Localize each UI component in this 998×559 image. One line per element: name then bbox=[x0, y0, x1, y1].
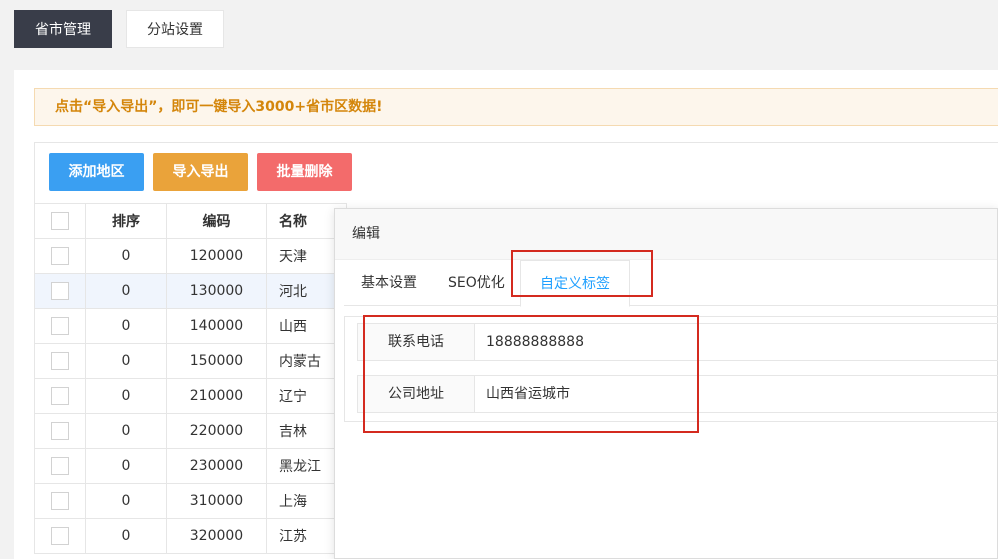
highlight-box-fields bbox=[363, 315, 699, 433]
row-checkbox[interactable] bbox=[51, 247, 69, 265]
row-sort: 0 bbox=[85, 483, 167, 519]
import-export-button[interactable]: 导入导出 bbox=[153, 153, 248, 191]
row-select-cell bbox=[34, 518, 86, 554]
row-checkbox[interactable] bbox=[51, 457, 69, 475]
tab-province-city[interactable]: 省市管理 bbox=[14, 10, 112, 48]
row-sort: 0 bbox=[85, 378, 167, 414]
row-sort: 0 bbox=[85, 238, 167, 274]
select-all-cell bbox=[34, 203, 86, 239]
table-row[interactable]: 0 150000 内蒙古 bbox=[34, 343, 347, 379]
column-header-code: 编码 bbox=[166, 203, 267, 239]
column-header-sort: 排序 bbox=[85, 203, 167, 239]
row-sort: 0 bbox=[85, 273, 167, 309]
row-checkbox[interactable] bbox=[51, 282, 69, 300]
table-row[interactable]: 0 310000 上海 bbox=[34, 483, 347, 519]
import-tip: 点击“导入导出”，即可一键导入3000+省市区数据! bbox=[34, 88, 998, 126]
tab-substation-settings[interactable]: 分站设置 bbox=[126, 10, 224, 48]
row-select-cell bbox=[34, 378, 86, 414]
row-sort: 0 bbox=[85, 413, 167, 449]
row-code: 210000 bbox=[166, 378, 267, 414]
row-code: 130000 bbox=[166, 273, 267, 309]
table-row[interactable]: 0 140000 山西 bbox=[34, 308, 347, 344]
row-sort: 0 bbox=[85, 448, 167, 484]
add-region-button[interactable]: 添加地区 bbox=[49, 153, 144, 191]
region-table: 排序 编码 名称 0 120000 天津 0 130000 河北 0 14000… bbox=[34, 203, 347, 554]
row-select-cell bbox=[34, 308, 86, 344]
tab-seo[interactable]: SEO优化 bbox=[448, 260, 505, 306]
row-select-cell bbox=[34, 448, 86, 484]
table-row[interactable]: 0 230000 黑龙江 bbox=[34, 448, 347, 484]
row-code: 150000 bbox=[166, 343, 267, 379]
row-checkbox[interactable] bbox=[51, 492, 69, 510]
row-select-cell bbox=[34, 483, 86, 519]
row-code: 310000 bbox=[166, 483, 267, 519]
table-row[interactable]: 0 210000 辽宁 bbox=[34, 378, 347, 414]
row-select-cell bbox=[34, 343, 86, 379]
row-checkbox[interactable] bbox=[51, 527, 69, 545]
table-row[interactable]: 0 320000 江苏 bbox=[34, 518, 347, 554]
row-code: 320000 bbox=[166, 518, 267, 554]
table-row[interactable]: 0 220000 吉林 bbox=[34, 413, 347, 449]
row-select-cell bbox=[34, 273, 86, 309]
dialog-tabs: 基本设置 SEO优化 自定义标签 bbox=[344, 260, 998, 307]
dialog-title: 编辑 bbox=[335, 209, 997, 260]
row-select-cell bbox=[34, 238, 86, 274]
row-select-cell bbox=[34, 413, 86, 449]
batch-delete-button[interactable]: 批量删除 bbox=[257, 153, 352, 191]
row-code: 220000 bbox=[166, 413, 267, 449]
row-sort: 0 bbox=[85, 343, 167, 379]
table-row[interactable]: 0 120000 天津 bbox=[34, 238, 347, 274]
row-checkbox[interactable] bbox=[51, 387, 69, 405]
row-checkbox[interactable] bbox=[51, 317, 69, 335]
highlight-box-tab bbox=[511, 250, 653, 297]
row-sort: 0 bbox=[85, 518, 167, 554]
table-row[interactable]: 0 130000 河北 bbox=[34, 273, 347, 309]
select-all-checkbox[interactable] bbox=[51, 212, 69, 230]
toolbar: 添加地区 导入导出 批量删除 bbox=[34, 142, 998, 203]
row-checkbox[interactable] bbox=[51, 422, 69, 440]
top-tabs: 省市管理 分站设置 bbox=[14, 10, 224, 48]
row-code: 140000 bbox=[166, 308, 267, 344]
tab-basic-settings[interactable]: 基本设置 bbox=[361, 260, 417, 306]
row-checkbox[interactable] bbox=[51, 352, 69, 370]
row-code: 230000 bbox=[166, 448, 267, 484]
row-code: 120000 bbox=[166, 238, 267, 274]
row-sort: 0 bbox=[85, 308, 167, 344]
